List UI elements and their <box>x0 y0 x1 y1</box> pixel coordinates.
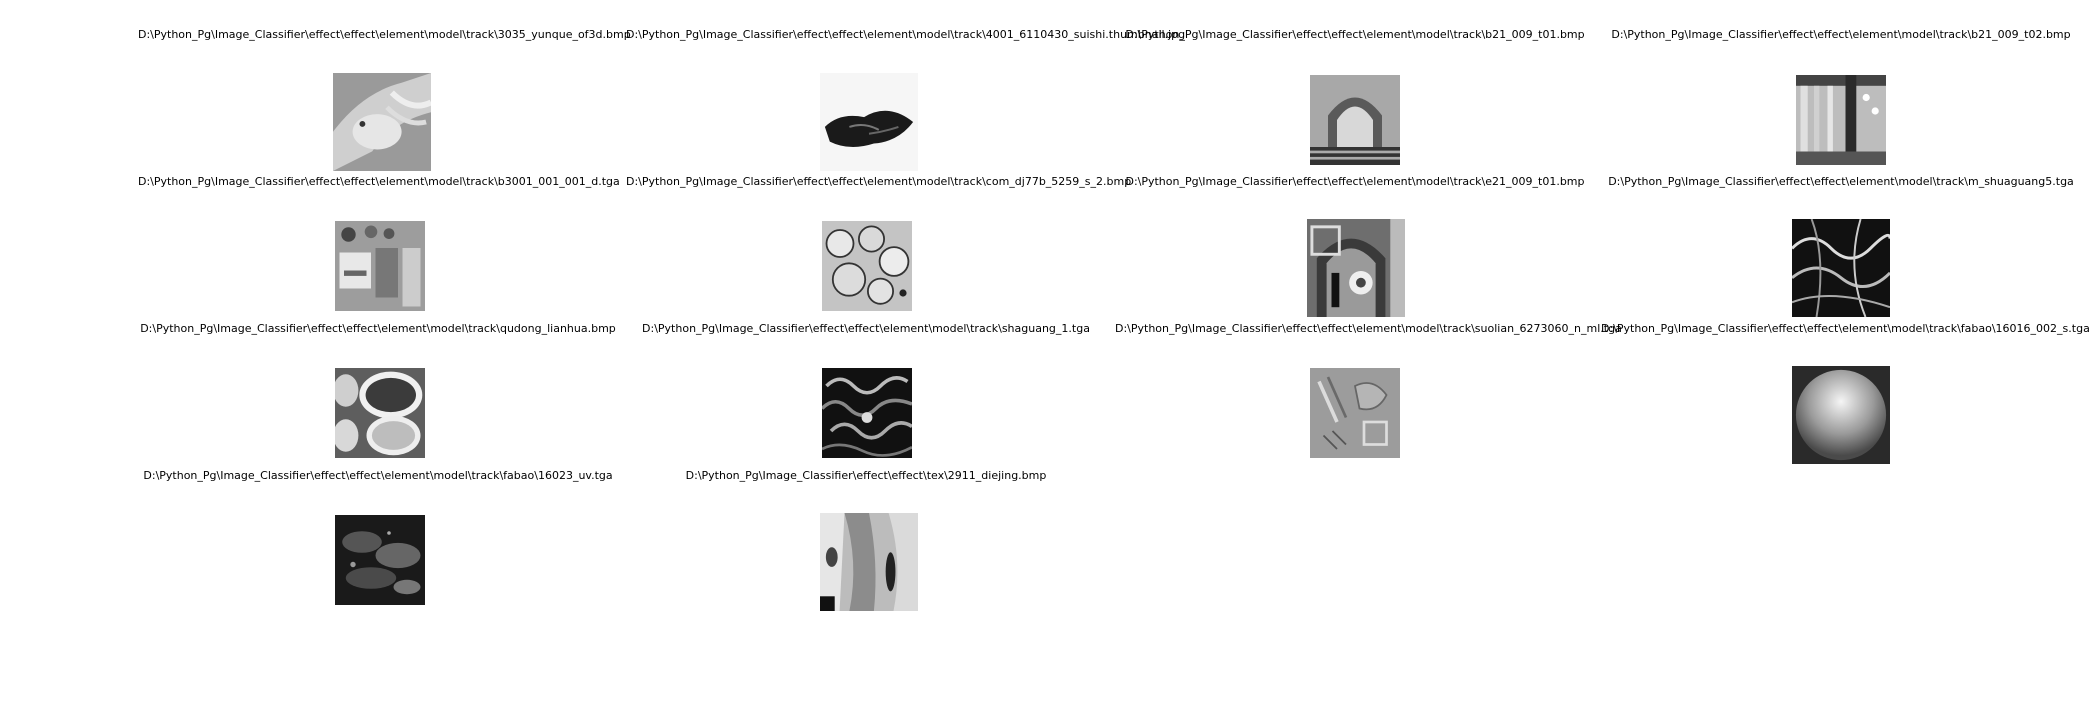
caustics-texture-thumbnail <box>1792 219 1890 317</box>
rock-fragment-thumbnail <box>820 73 918 171</box>
image-path-label: D:\Python_Pg\Image_Classifier\effect\eff… <box>642 322 1090 335</box>
normal-map-thumbnail <box>1310 368 1400 458</box>
ornament-texture-thumbnail <box>1307 219 1405 317</box>
image-path-label: D:\Python_Pg\Image_Classifier\effect\eff… <box>140 322 616 335</box>
image-path-label: D:\Python_Pg\Image_Classifier\effect\eff… <box>1601 322 2090 335</box>
image-grid: D:\Python_Pg\Image_Classifier\effect\eff… <box>0 0 2094 714</box>
bird-texture-thumbnail <box>333 73 431 171</box>
folds-texture-thumbnail <box>820 513 918 611</box>
image-path-label: D:\Python_Pg\Image_Classifier\effect\eff… <box>143 469 613 482</box>
image-path-label: D:\Python_Pg\Image_Classifier\effect\eff… <box>1115 322 1622 335</box>
image-path-label: D:\Python_Pg\Image_Classifier\effect\eff… <box>626 28 1186 41</box>
arch-texture-thumbnail <box>1310 75 1400 165</box>
image-path-label: D:\Python_Pg\Image_Classifier\effect\eff… <box>1608 175 2074 188</box>
petals-texture-thumbnail <box>335 368 425 458</box>
atlas-texture-thumbnail <box>335 221 425 311</box>
scales-texture-thumbnail <box>822 221 912 311</box>
noise-texture-thumbnail <box>822 368 912 458</box>
image-path-label: D:\Python_Pg\Image_Classifier\effect\eff… <box>1611 28 2071 41</box>
image-path-label: D:\Python_Pg\Image_Classifier\effect\eff… <box>685 469 1047 482</box>
sphere-texture-thumbnail <box>1792 366 1890 464</box>
image-path-label: D:\Python_Pg\Image_Classifier\effect\eff… <box>138 28 631 41</box>
image-path-label: D:\Python_Pg\Image_Classifier\effect\eff… <box>138 175 620 188</box>
image-path-label: D:\Python_Pg\Image_Classifier\effect\eff… <box>1125 175 1585 188</box>
cloud-texture-thumbnail <box>335 515 425 605</box>
image-path-label: D:\Python_Pg\Image_Classifier\effect\eff… <box>1125 28 1585 41</box>
curtain-texture-thumbnail <box>1796 75 1886 165</box>
image-path-label: D:\Python_Pg\Image_Classifier\effect\eff… <box>626 175 1132 188</box>
